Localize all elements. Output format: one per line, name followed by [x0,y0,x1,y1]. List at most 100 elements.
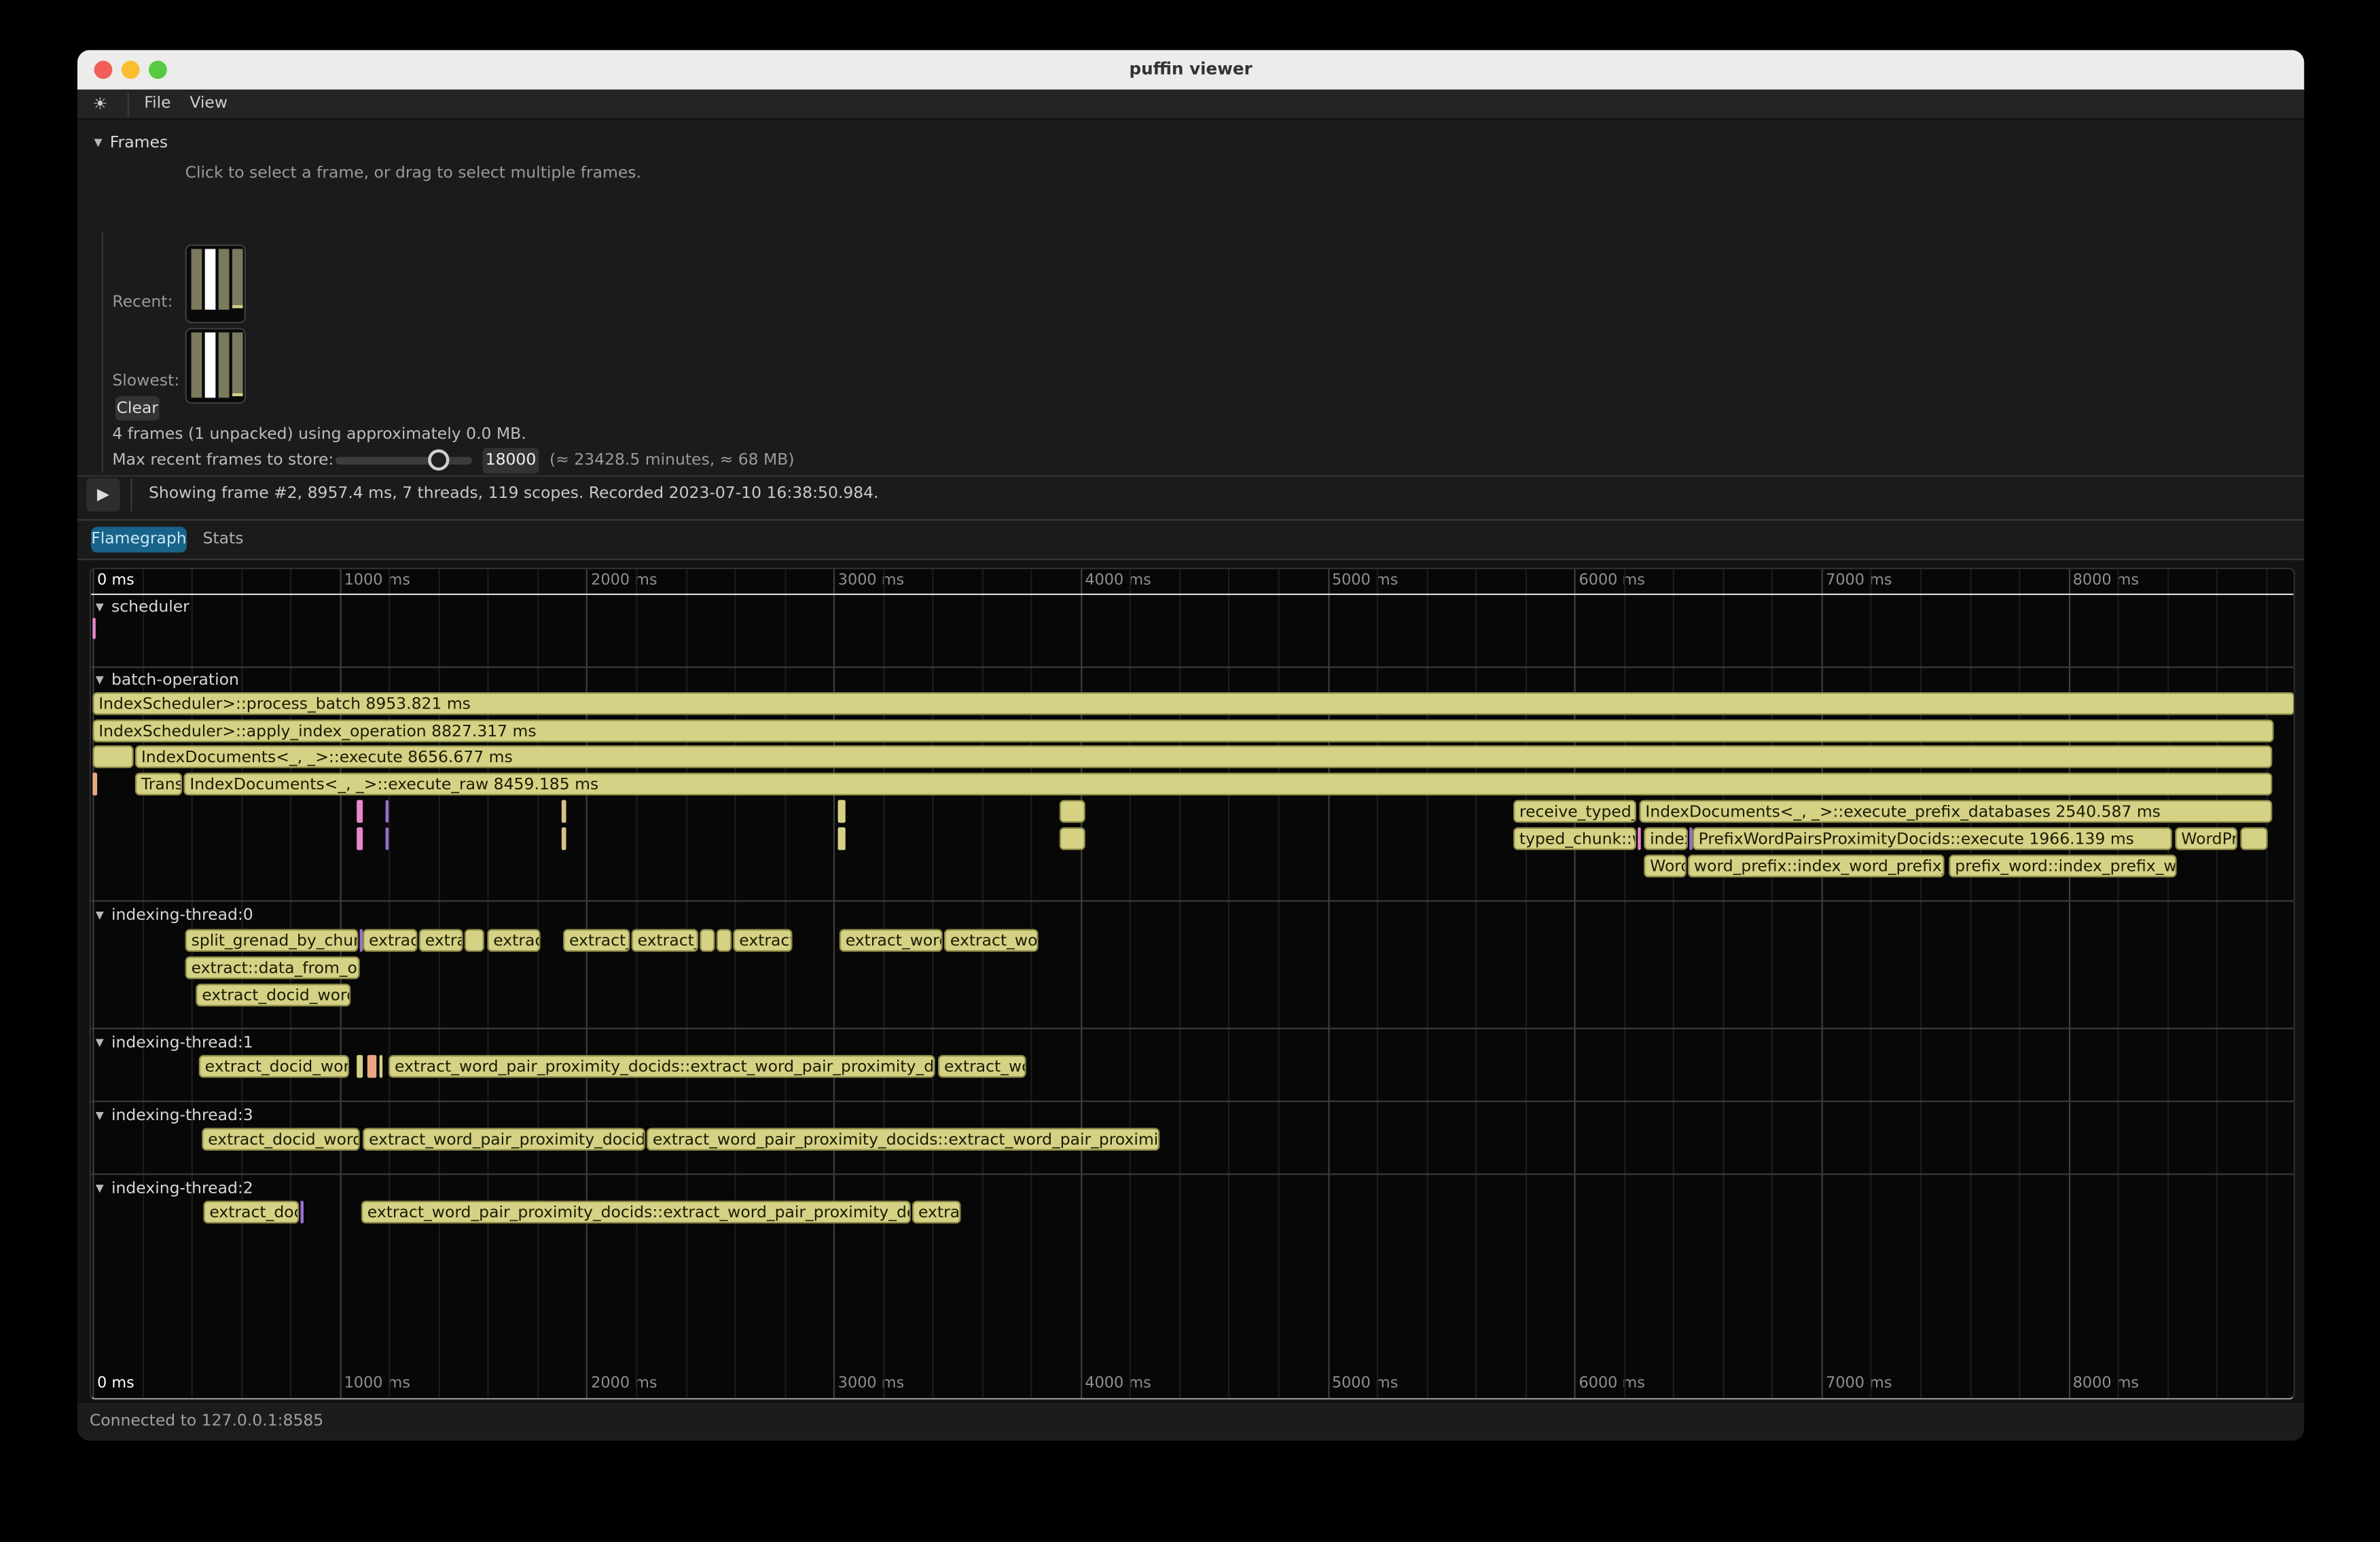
flamegraph-bar[interactable] [1638,827,1640,850]
slowest-frames-thumbnail[interactable] [185,328,246,404]
flamegraph-bar[interactable]: extract_word_pair_proximity_docids::extr… [647,1128,1159,1151]
tab-flamegraph[interactable]: Flamegraph [91,526,187,552]
flamegraph-bar[interactable]: extract [733,929,792,952]
flamegraph-bar[interactable] [700,929,715,952]
clear-button[interactable]: Clear [115,396,160,420]
flamegraph-bar[interactable]: Trans [135,772,182,795]
flamegraph-bar[interactable]: PrefixWordPairsProximityDocids::execute … [1693,827,2172,850]
flamegraph-bar[interactable] [92,745,133,768]
flamegraph-bar[interactable]: IndexScheduler>::apply_index_operation 8… [92,719,2273,742]
flamegraph-canvas[interactable]: 0 ms0 ms1000 ms1000 ms2000 ms2000 ms3000… [90,568,2295,1400]
recent-frames-thumbnail[interactable] [185,245,246,323]
frames-section-header[interactable]: ▼Frames [94,134,168,152]
flamegraph-bar[interactable]: extract::data_from_ob [185,956,360,980]
flamegraph-bar[interactable]: prefix_word::index_prefix_wo [1949,855,2176,878]
flamegraph-bar[interactable]: word_prefix::index_word_prefix_ [1688,855,1945,878]
menu-view[interactable]: View [190,94,228,113]
flamegraph-bar[interactable]: IndexScheduler>::process_batch 8953.821 … [92,692,2295,715]
thread-separator [91,1100,2294,1102]
flamegraph-bar[interactable] [92,618,94,639]
flamegraph-bar[interactable] [2240,827,2267,850]
flamegraph-bar[interactable]: extract [363,929,417,952]
thread-header-indexing-thread:3[interactable]: ▼indexing-thread:3 [96,1107,253,1125]
frames-summary: 4 frames (1 unpacked) using approximatel… [112,425,526,444]
flamegraph-bar[interactable] [562,827,566,850]
flamegraph-bar[interactable]: extract_word [840,929,943,952]
axis-tick-label: 8000 ms [2073,1376,2139,1393]
flamegraph-bar[interactable] [380,1055,382,1078]
flamegraph-bar[interactable]: Word [1644,855,1687,878]
minimize-traffic-light-icon[interactable] [122,60,140,79]
recent-label: Recent: [112,293,173,311]
thread-header-scheduler[interactable]: ▼scheduler [96,598,190,616]
menu-divider [128,92,129,117]
flamegraph-bar[interactable]: extrac [912,1201,961,1224]
flamegraph-bar[interactable]: extract_docid_word [202,1128,359,1151]
flamegraph-bar[interactable]: extract_doc [203,1201,299,1224]
flamegraph-bar[interactable]: split_grenad_by_chun [185,929,359,952]
frames-hint: Click to select a frame, or drag to sele… [185,164,641,182]
flamegraph-bar[interactable] [357,1055,363,1078]
flamegraph-bar[interactable] [838,827,846,850]
close-traffic-light-icon[interactable] [94,60,113,79]
flamegraph-bar[interactable] [1060,800,1085,823]
flamegraph-bar[interactable] [717,929,732,952]
frame-duration-bar[interactable] [219,249,230,309]
frame-duration-bar[interactable] [205,249,216,309]
max-frames-value[interactable]: 18000 [483,448,539,473]
frame-duration-bar[interactable] [219,332,230,397]
axis-tick-label: 6000 ms [1579,1376,1645,1393]
theme-sun-icon[interactable]: ☀ [92,94,107,114]
flamegraph-bar[interactable] [367,1055,376,1078]
flamegraph-bar[interactable]: extract_docid_word [199,1055,349,1078]
flamegraph-bar[interactable]: extract_word_pair_proximity_docids::extr… [361,1201,911,1224]
menu-file[interactable]: File [144,94,170,113]
frame-duration-bar[interactable] [232,332,243,393]
flamegraph-bar[interactable]: IndexDocuments<_, _>::execute_prefix_dat… [1639,800,2272,823]
flamegraph-bar[interactable]: WordPr [2175,827,2237,850]
flamegraph-bar[interactable] [838,800,846,823]
thread-header-indexing-thread:1[interactable]: ▼indexing-thread:1 [96,1034,253,1052]
flamegraph-bar[interactable]: extract_ [563,929,630,952]
flamegraph-bar[interactable]: extract_word_pair_proximity_docids::extr… [389,1055,935,1078]
frame-duration-bar[interactable] [232,249,243,305]
flamegraph-bar[interactable] [357,827,363,850]
flamegraph-bar[interactable]: extract_docid_word [196,984,350,1007]
flamegraph-bar[interactable]: receive_typed_ [1513,800,1636,823]
flamegraph-bar[interactable] [465,929,484,952]
flamegraph-bar[interactable]: extract_wo [938,1055,1026,1078]
flamegraph-bar[interactable] [1060,827,1085,850]
frame-info-text: Showing frame #2, 8957.4 ms, 7 threads, … [149,484,879,503]
flamegraph-bar[interactable] [386,827,389,850]
thread-header-batch-operation[interactable]: ▼batch-operation [96,671,239,689]
frame-duration-bar[interactable] [192,332,202,397]
flamegraph-bar[interactable]: extract_word_pair_proximity_docids [363,1128,645,1151]
thread-header-indexing-thread:2[interactable]: ▼indexing-thread:2 [96,1179,253,1198]
flamegraph-bar[interactable]: extract_ [632,929,698,952]
flamegraph-bar[interactable]: extrac [487,929,540,952]
thread-header-indexing-thread:0[interactable]: ▼indexing-thread:0 [96,906,253,925]
flamegraph-bar[interactable]: extra [419,929,463,952]
flamegraph-bar[interactable] [562,800,566,823]
flamegraph-bar[interactable] [92,772,97,795]
flamegraph-bar[interactable] [386,800,389,823]
flamegraph-bar[interactable] [357,800,363,823]
flamegraph-bar[interactable]: extract_wo [944,929,1039,952]
flamegraph-bar[interactable] [300,1201,303,1224]
divider [77,475,2304,476]
flamegraph-bar[interactable]: index [1644,827,1688,850]
flamegraph-bar[interactable]: IndexDocuments<_, _>::execute_raw 8459.1… [183,772,2272,795]
collapse-triangle-icon: ▼ [96,674,104,686]
play-button[interactable]: ▶ [86,478,120,512]
frame-duration-bar[interactable] [205,332,216,397]
axis-tick-label: 7000 ms [1826,572,1892,589]
max-frames-slider[interactable] [336,457,472,465]
tab-stats[interactable]: Stats [193,526,253,552]
connection-status: Connected to 127.0.0.1:8585 [90,1412,323,1430]
flamegraph-bar[interactable]: typed_chunk::w [1513,827,1636,850]
play-icon: ▶ [97,486,109,504]
zoom-traffic-light-icon[interactable] [149,60,167,79]
frame-duration-bar[interactable] [192,249,202,309]
slider-knob[interactable] [428,449,449,470]
flamegraph-bar[interactable]: IndexDocuments<_, _>::execute 8656.677 m… [135,745,2272,768]
